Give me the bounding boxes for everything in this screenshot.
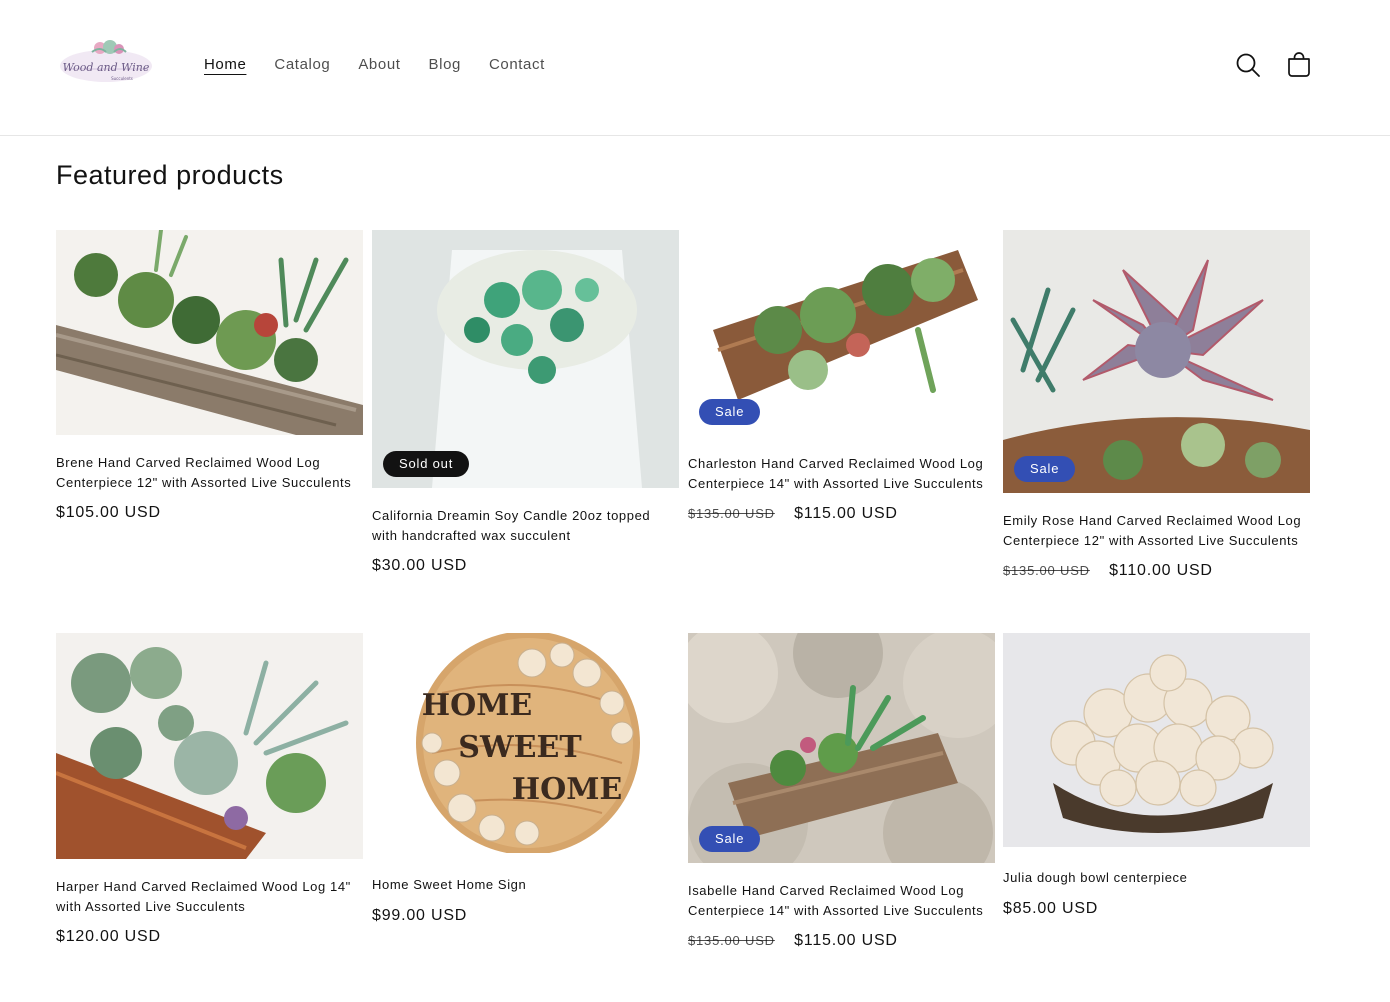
product-price: $135.00 USD $110.00 USD — [1003, 562, 1310, 580]
regular-price: $30.00 USD — [372, 557, 468, 574]
product-card[interactable]: Sale Emily Rose Hand Carved Reclaimed Wo… — [1003, 230, 1310, 580]
product-card[interactable]: Julia dough bowl centerpiece $85.00 USD — [1003, 633, 1310, 918]
section-title: Featured products — [56, 160, 284, 190]
main-nav: Home Catalog About Blog Contact — [204, 56, 573, 73]
nav-home[interactable]: Home — [204, 56, 246, 73]
nav-about[interactable]: About — [358, 56, 400, 73]
cart-icon[interactable] — [1284, 50, 1314, 80]
product-card[interactable]: Harper Hand Carved Reclaimed Wood Log 14… — [56, 633, 363, 946]
product-image[interactable]: Sale — [688, 230, 995, 436]
logo-text: Wood and Wine — [63, 61, 150, 74]
regular-price: $105.00 USD — [56, 504, 161, 521]
sale-badge: Sale — [699, 826, 761, 852]
compare-price: $135.00 USD — [1003, 563, 1090, 578]
product-price: $135.00 USD $115.00 USD — [688, 932, 995, 950]
site-header: Wood and Wine Succulents Home Catalog Ab… — [0, 0, 1390, 136]
product-title[interactable]: Harper Hand Carved Reclaimed Wood Log 14… — [56, 877, 356, 916]
product-title[interactable]: Charleston Hand Carved Reclaimed Wood Lo… — [688, 454, 988, 493]
compare-price: $135.00 USD — [688, 506, 775, 521]
sale-price: $110.00 USD — [1109, 562, 1213, 579]
product-image[interactable] — [1003, 633, 1310, 847]
product-image[interactable]: HOME SWEET HOME — [372, 633, 679, 853]
product-image[interactable] — [56, 633, 363, 859]
product-price: $105.00 USD — [56, 504, 363, 522]
product-image[interactable]: Sale — [688, 633, 995, 863]
regular-price: $99.00 USD — [372, 906, 468, 924]
product-title[interactable]: Home Sweet Home Sign — [372, 875, 672, 895]
product-price: $99.00 USD — [372, 907, 679, 925]
product-title[interactable]: Emily Rose Hand Carved Reclaimed Wood Lo… — [1003, 511, 1303, 550]
search-icon[interactable] — [1233, 50, 1263, 80]
product-image[interactable]: Sale — [1003, 230, 1310, 493]
regular-price: $85.00 USD — [1003, 899, 1099, 917]
sign-line-2: SWEET — [458, 730, 582, 765]
product-image[interactable] — [56, 230, 363, 435]
nav-blog[interactable]: Blog — [429, 56, 461, 73]
sold-out-badge: Sold out — [383, 451, 470, 477]
sale-price: $115.00 USD — [794, 932, 898, 949]
product-price: $120.00 USD — [56, 928, 363, 946]
product-title[interactable]: Julia dough bowl centerpiece — [1003, 868, 1303, 888]
product-title[interactable]: Isabelle Hand Carved Reclaimed Wood Log … — [688, 881, 988, 920]
product-title[interactable]: Brene Hand Carved Reclaimed Wood Log Cen… — [56, 453, 356, 492]
sale-price: $115.00 USD — [794, 505, 898, 522]
sale-badge: Sale — [1014, 456, 1076, 482]
product-price: $85.00 USD — [1003, 900, 1310, 918]
sign-line-3: HOME — [512, 772, 623, 807]
nav-catalog[interactable]: Catalog — [274, 56, 330, 73]
product-card[interactable]: HOME SWEET HOME Home Sweet Home Sign $99… — [372, 633, 679, 925]
nav-contact[interactable]: Contact — [489, 56, 545, 73]
compare-price: $135.00 USD — [688, 933, 775, 948]
product-price: $30.00 USD — [372, 557, 679, 575]
product-card[interactable]: Sale Charleston Hand Carved Reclaimed Wo… — [688, 230, 995, 523]
product-card[interactable]: Brene Hand Carved Reclaimed Wood Log Cen… — [56, 230, 363, 522]
product-price: $135.00 USD $115.00 USD — [688, 505, 995, 523]
sign-line-1: HOME — [422, 688, 533, 723]
regular-price: $120.00 USD — [56, 928, 161, 945]
sale-badge: Sale — [699, 399, 761, 425]
product-card[interactable]: Sale Isabelle Hand Carved Reclaimed Wood… — [688, 633, 995, 950]
logo-subtext: Succulents — [111, 76, 133, 81]
product-title[interactable]: California Dreamin Soy Candle 20oz toppe… — [372, 506, 672, 545]
product-card[interactable]: Sold out California Dreamin Soy Candle 2… — [372, 230, 679, 575]
logo[interactable]: Wood and Wine Succulents — [56, 38, 156, 88]
product-image[interactable]: Sold out — [372, 230, 679, 488]
